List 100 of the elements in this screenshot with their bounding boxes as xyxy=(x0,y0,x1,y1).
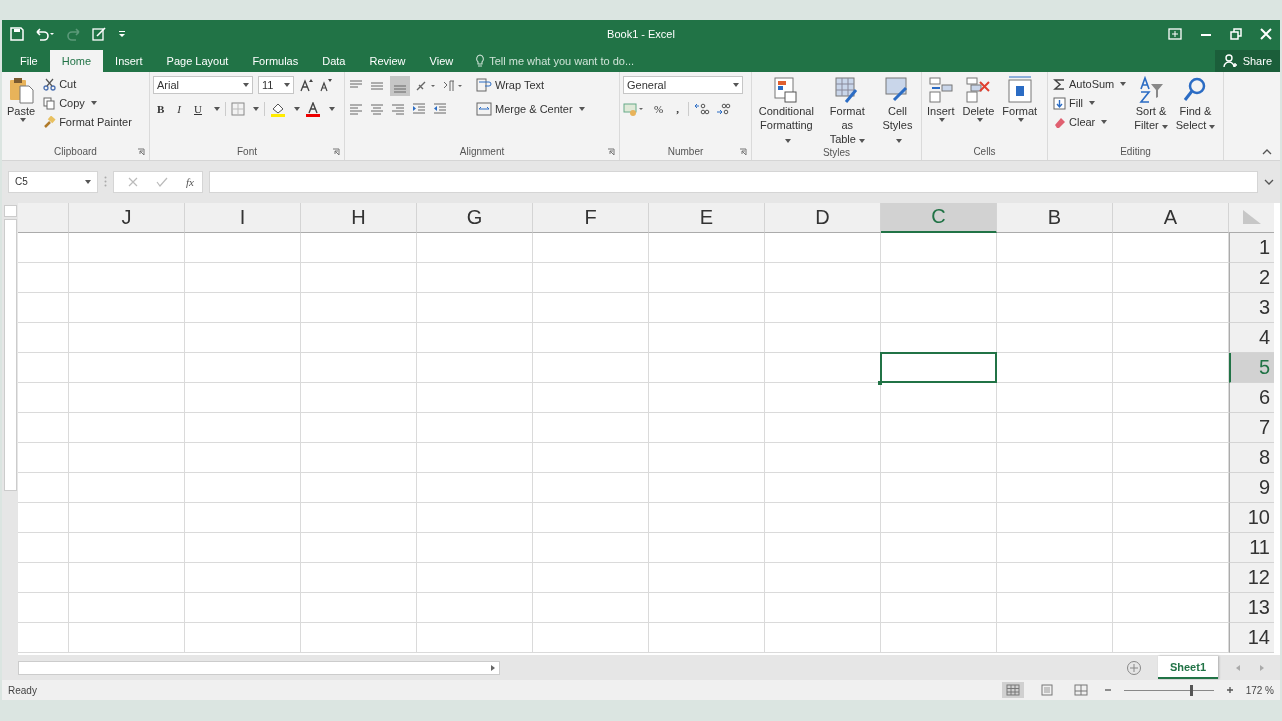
column-header[interactable]: C xyxy=(881,202,997,233)
comma-button[interactable]: , xyxy=(672,102,683,115)
ribbon-tab[interactable]: Home xyxy=(49,49,104,72)
column-header[interactable]: D xyxy=(765,202,881,233)
ribbon-tab[interactable]: File xyxy=(8,49,50,72)
number-format-field[interactable]: General xyxy=(623,75,743,94)
active-cell[interactable] xyxy=(880,351,997,383)
caret-icon xyxy=(213,107,220,112)
row-header[interactable]: 5 xyxy=(1229,352,1274,383)
column-header[interactable]: E xyxy=(649,202,765,233)
collapse-ribbon-icon[interactable] xyxy=(1262,147,1272,156)
row-header[interactable]: 6 xyxy=(1229,382,1274,413)
decrease-font-icon[interactable] xyxy=(318,77,332,92)
horizontal-scrollbar[interactable] xyxy=(18,660,500,675)
dialog-launcher-icon[interactable] xyxy=(739,147,747,156)
align-center-icon[interactable] xyxy=(369,101,385,116)
column-header[interactable]: J xyxy=(69,202,185,233)
view-button[interactable] xyxy=(1001,682,1024,698)
row-header[interactable]: 13 xyxy=(1229,592,1274,623)
dialog-launcher-icon[interactable] xyxy=(332,147,340,156)
merge-center-button[interactable]: Merge & Center xyxy=(474,99,587,118)
column-header[interactable]: G xyxy=(417,202,533,233)
undo-icon[interactable] xyxy=(34,26,56,41)
customize-icon[interactable] xyxy=(118,28,126,39)
increase-decimal-icon[interactable] xyxy=(693,101,710,116)
row-header[interactable]: 4 xyxy=(1229,322,1274,353)
column-header[interactable]: F xyxy=(533,202,649,233)
paste-button[interactable]: Paste xyxy=(5,75,38,122)
restore-icon[interactable] xyxy=(1230,27,1242,40)
sheet-tab[interactable]: Sheet1 xyxy=(1157,656,1218,680)
ribbon-display-icon[interactable] xyxy=(1168,27,1182,40)
clear-button[interactable]: Clear xyxy=(1051,113,1129,131)
indent-icon[interactable] xyxy=(411,101,427,116)
cell-grid[interactable] xyxy=(18,232,1229,653)
new-sheet-icon[interactable] xyxy=(1125,659,1142,676)
zoom-out-icon[interactable] xyxy=(1103,686,1112,694)
vertical-scrollbar[interactable] xyxy=(2,202,18,656)
formula-field[interactable] xyxy=(208,170,1258,193)
name-box[interactable]: C5 xyxy=(8,170,98,193)
fill-button[interactable]: Fill xyxy=(1051,94,1129,112)
editing-button[interactable]: Find & Select xyxy=(1173,75,1218,132)
wrap-text-button[interactable]: Wrap Text xyxy=(474,75,587,94)
form-icon[interactable] xyxy=(92,26,108,41)
caret-icon xyxy=(1209,124,1216,129)
outdent-icon[interactable] xyxy=(432,101,448,116)
row-header[interactable]: 14 xyxy=(1229,622,1274,653)
font-name-field[interactable]: Arial xyxy=(153,75,253,94)
ribbon-tab[interactable]: Review xyxy=(357,49,418,72)
row-header[interactable]: 8 xyxy=(1229,442,1274,473)
cut-button[interactable]: Cut xyxy=(41,75,134,93)
autosum-button[interactable]: AutoSum xyxy=(1051,75,1129,93)
bold-button[interactable]: B xyxy=(153,103,169,116)
underline-button[interactable]: U xyxy=(190,103,206,116)
dialog-launcher-icon[interactable] xyxy=(137,147,145,156)
style-button[interactable]: Conditional Formatting xyxy=(755,75,818,146)
close-icon[interactable] xyxy=(1260,27,1272,40)
ribbon-tab[interactable]: Formulas xyxy=(240,49,311,72)
row-header[interactable]: 7 xyxy=(1229,412,1274,443)
row-header[interactable]: 2 xyxy=(1229,262,1274,293)
zoom-in-icon[interactable] xyxy=(1225,686,1234,694)
cells-button[interactable]: Delete xyxy=(960,75,997,122)
italic-button[interactable]: I xyxy=(173,103,185,116)
row-header[interactable]: 3 xyxy=(1229,292,1274,323)
format-painter-button[interactable]: Format Painter xyxy=(41,113,134,131)
font-color-icon[interactable] xyxy=(304,101,321,117)
cells-button[interactable]: Format xyxy=(1000,75,1040,122)
column-header[interactable]: H xyxy=(301,202,417,233)
insert-function-button[interactable]: fx xyxy=(186,175,194,188)
align-right-icon[interactable] xyxy=(390,101,406,116)
copy-button[interactable]: Copy xyxy=(41,94,134,112)
ribbon-tab[interactable]: Page Layout xyxy=(154,49,241,72)
row-header[interactable]: 10 xyxy=(1229,502,1274,533)
style-button[interactable]: Cell Styles xyxy=(876,75,918,146)
style-button[interactable]: Format as Table xyxy=(821,75,873,146)
align-left-icon[interactable] xyxy=(348,101,364,116)
row-header[interactable]: 1 xyxy=(1229,232,1274,263)
editing-button[interactable]: Sort & Filter xyxy=(1132,75,1170,132)
column-header[interactable]: B xyxy=(997,202,1113,233)
dialog-launcher-icon[interactable] xyxy=(607,147,615,156)
decrease-decimal-icon[interactable] xyxy=(714,101,731,116)
save-icon[interactable] xyxy=(10,26,24,41)
row-header[interactable]: 11 xyxy=(1229,532,1274,563)
align-bottom-icon[interactable] xyxy=(390,75,410,96)
column-header[interactable]: I xyxy=(185,202,301,233)
column-header[interactable]: A xyxy=(1113,202,1229,233)
ribbon-tab[interactable]: View xyxy=(417,49,466,72)
row-header[interactable]: 12 xyxy=(1229,562,1274,593)
row-header[interactable]: 9 xyxy=(1229,472,1274,503)
share-button[interactable]: Share xyxy=(1214,49,1280,72)
expand-icon[interactable] xyxy=(1264,177,1274,186)
fill-color-icon[interactable] xyxy=(269,101,286,117)
zoom-level[interactable]: 172 % xyxy=(1245,684,1274,696)
percent-button[interactable]: % xyxy=(650,102,668,115)
ribbon-tab[interactable]: Data xyxy=(310,49,358,72)
text-direction-icon[interactable] xyxy=(442,78,464,93)
tell-me-field[interactable]: Tell me what you want to do... xyxy=(489,54,690,67)
cells-button[interactable]: Insert xyxy=(925,75,957,122)
increase-font-icon[interactable] xyxy=(299,77,313,92)
ribbon-tab[interactable]: Insert xyxy=(103,49,155,72)
font-size-field[interactable]: 11 xyxy=(258,75,294,94)
